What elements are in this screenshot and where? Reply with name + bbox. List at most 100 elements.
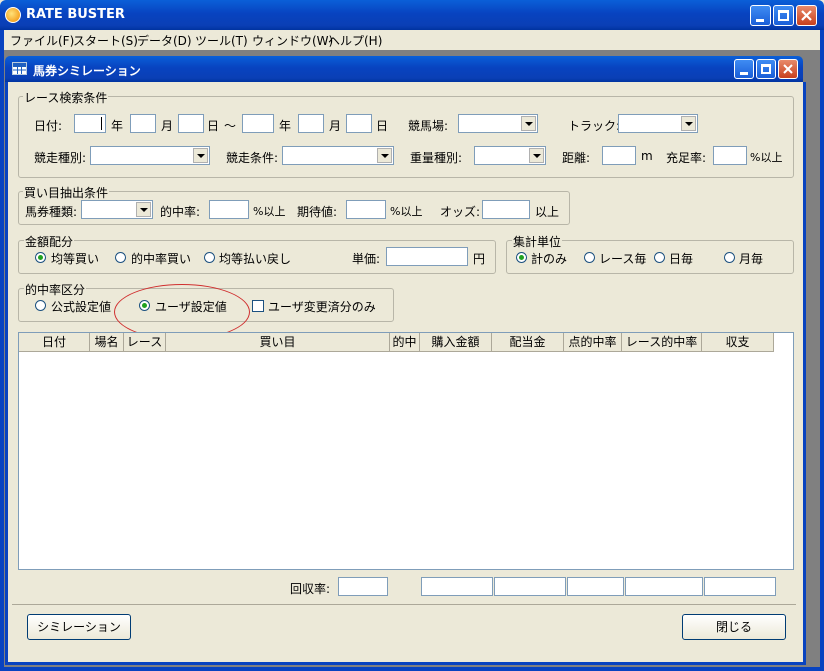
divider <box>12 604 796 605</box>
close-icon <box>801 10 812 21</box>
odds-input[interactable] <box>482 200 530 219</box>
hit-rate-label: 的中率: <box>160 205 201 219</box>
balance-total-box <box>704 577 776 596</box>
col-race-hit-rate[interactable]: レース的中率 <box>622 333 702 352</box>
col-race[interactable]: レース <box>124 333 166 352</box>
menu-start[interactable]: スタート(S) <box>73 32 138 49</box>
day-label: 日 <box>376 119 389 133</box>
minimize-button[interactable] <box>750 5 771 26</box>
date-to-month-input[interactable] <box>298 114 324 133</box>
fill-rate-label: 充足率: <box>666 151 707 165</box>
menu-data[interactable]: データ(D) <box>137 32 192 49</box>
venue-label: 競馬場: <box>408 119 449 133</box>
col-date[interactable]: 日付 <box>19 333 90 352</box>
child-frame-right <box>803 82 806 665</box>
equal-payout-label: 均等払い戻し <box>219 252 292 266</box>
month-label: 月 <box>161 119 174 133</box>
radio-official-value[interactable] <box>35 300 46 311</box>
day-label: 日 <box>207 119 220 133</box>
date-from-day-input[interactable] <box>178 114 204 133</box>
date-to-year-input[interactable] <box>242 114 274 133</box>
expect-unit: %以上 <box>390 205 423 218</box>
race-condition-select[interactable] <box>282 146 394 165</box>
date-from-year-input[interactable] <box>74 114 106 133</box>
total-only-label: 計のみ <box>531 252 568 266</box>
date-from-month-input[interactable] <box>130 114 156 133</box>
year-label: 年 <box>111 119 124 133</box>
maximize-button[interactable] <box>773 5 794 26</box>
child-minimize-button[interactable] <box>734 59 754 79</box>
recovery-label: 回収率: <box>290 582 331 596</box>
race-type-label: 競走種別: <box>34 151 87 165</box>
unit-price-label: 単価: <box>352 252 381 266</box>
track-select[interactable] <box>618 114 698 133</box>
menu-tools[interactable]: ツール(T) <box>195 32 248 49</box>
extraction-legend: 買い目抽出条件 <box>23 184 110 201</box>
chevron-down-icon[interactable] <box>136 202 151 217</box>
close-icon <box>783 64 793 74</box>
menu-help[interactable]: ヘルプ(H) <box>328 32 382 49</box>
fill-rate-input[interactable] <box>713 146 747 165</box>
radio-per-race[interactable] <box>584 252 595 263</box>
col-balance[interactable]: 収支 <box>702 333 774 352</box>
menu-file[interactable]: ファイル(F) <box>10 32 74 49</box>
race-search-legend: レース検索条件 <box>23 89 109 106</box>
hit-rate-unit: %以上 <box>253 205 286 218</box>
payout-total-box <box>494 577 566 596</box>
chevron-down-icon[interactable] <box>521 116 536 131</box>
range-tilde: ～ <box>224 119 237 133</box>
weight-type-label: 重量種別: <box>410 151 463 165</box>
close-window-button[interactable] <box>796 5 817 26</box>
radio-equal-buy[interactable] <box>35 252 46 263</box>
race-type-select[interactable] <box>90 146 210 165</box>
bet-type-select[interactable] <box>81 200 153 219</box>
col-point-hit-rate[interactable]: 点的中率 <box>564 333 622 352</box>
aggregate-legend: 集計単位 <box>512 233 563 250</box>
child-frame-bottom <box>5 662 806 665</box>
radio-equal-payout[interactable] <box>204 252 215 263</box>
weight-type-select[interactable] <box>474 146 546 165</box>
simulate-button[interactable]: シミレーション <box>27 614 131 640</box>
radio-per-month[interactable] <box>724 252 735 263</box>
chevron-down-icon[interactable] <box>377 148 392 163</box>
user-changed-only-label: ユーザ変更済分のみ <box>268 300 376 314</box>
chevron-down-icon[interactable] <box>193 148 208 163</box>
child-title: 馬券シミレーション <box>33 64 141 78</box>
unit-price-suffix: 円 <box>473 252 486 266</box>
fill-rate-unit: %以上 <box>750 151 783 164</box>
distance-label: 距離: <box>562 151 591 165</box>
close-button[interactable]: 閉じる <box>682 614 786 640</box>
radio-per-day[interactable] <box>654 252 665 263</box>
bet-type-label: 馬券種類: <box>25 205 78 219</box>
col-venue[interactable]: 場名 <box>90 333 124 352</box>
distance-input[interactable] <box>602 146 636 165</box>
child-frame-left <box>5 82 8 665</box>
date-to-day-input[interactable] <box>346 114 372 133</box>
race-condition-label: 競走条件: <box>226 151 279 165</box>
menu-window[interactable]: ウィンドウ(W) <box>252 32 333 49</box>
chevron-down-icon[interactable] <box>529 148 544 163</box>
venue-select[interactable] <box>458 114 538 133</box>
window-frame-bottom <box>0 667 824 671</box>
hit-rate-input[interactable] <box>209 200 249 219</box>
col-bet[interactable]: 買い目 <box>166 333 390 352</box>
expect-input[interactable] <box>346 200 386 219</box>
child-maximize-button[interactable] <box>756 59 776 79</box>
col-purchase[interactable]: 購入金額 <box>420 333 492 352</box>
equal-buy-label: 均等買い <box>51 252 100 266</box>
radio-total-only[interactable] <box>516 252 527 263</box>
unit-price-input[interactable] <box>386 247 468 266</box>
window-frame-right <box>820 30 824 671</box>
odds-unit: 以上 <box>535 205 560 219</box>
allocation-legend: 金額配分 <box>24 233 75 250</box>
expect-label: 期待値: <box>297 205 338 219</box>
col-payout[interactable]: 配当金 <box>492 333 564 352</box>
user-changed-only-checkbox[interactable] <box>252 300 264 312</box>
results-table[interactable] <box>18 332 794 570</box>
col-hit[interactable]: 的中 <box>390 333 420 352</box>
odds-label: オッズ: <box>440 205 481 219</box>
chevron-down-icon[interactable] <box>681 116 696 131</box>
radio-hit-rate-buy[interactable] <box>115 252 126 263</box>
child-close-button[interactable] <box>778 59 798 79</box>
month-label: 月 <box>329 119 342 133</box>
